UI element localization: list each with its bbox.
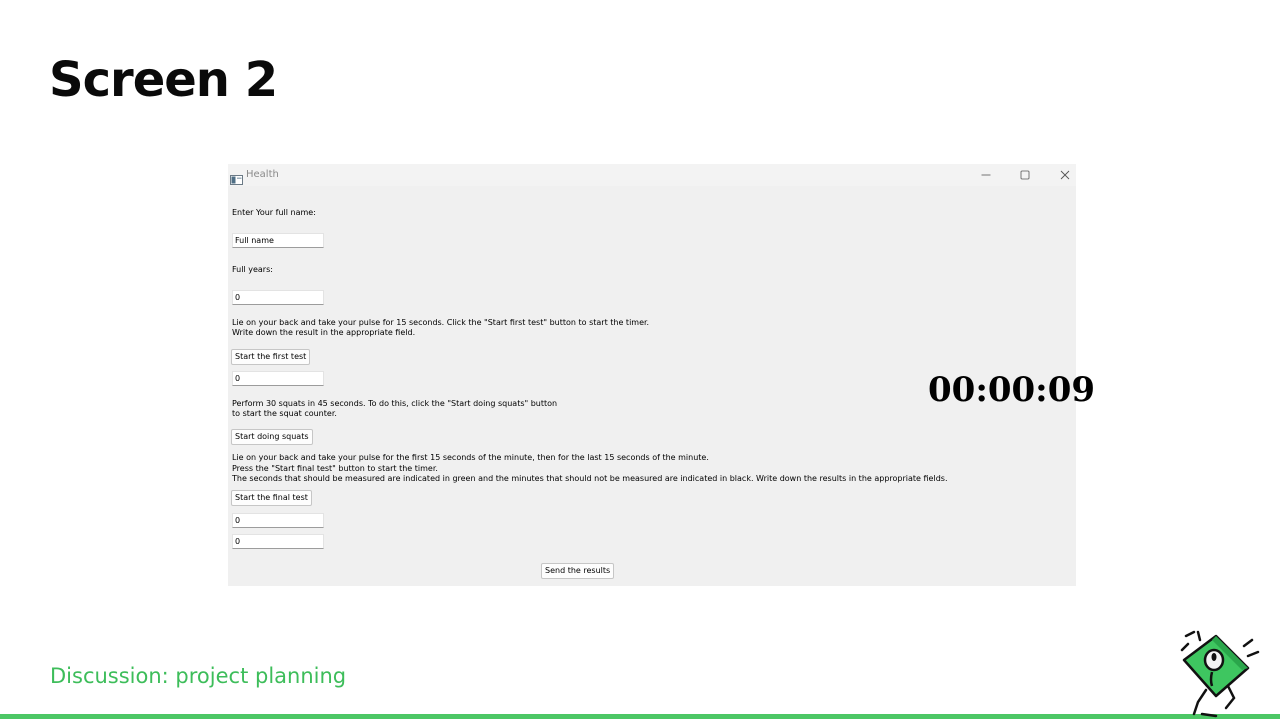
full-years-label: Full years: — [232, 265, 273, 274]
footer-caption: Discussion: project planning — [50, 664, 347, 688]
health-app-window: Health Enter Your full name: Full name F… — [228, 164, 1095, 586]
full-name-label: Enter Your full name: — [232, 208, 316, 217]
final-test-result-1-input[interactable]: 0 — [232, 513, 324, 528]
instruction-2-line-2: to start the squat counter. — [232, 409, 337, 418]
start-squats-button[interactable]: Start doing squats — [231, 429, 313, 445]
full-years-input[interactable]: 0 — [232, 290, 324, 305]
timer-display: 00:00:09 — [928, 370, 1096, 410]
final-test-result-2-input[interactable]: 0 — [232, 534, 324, 549]
mascot-icon — [1180, 630, 1260, 718]
minimize-button[interactable] — [971, 166, 1001, 184]
footer-divider — [0, 714, 1280, 719]
full-name-input[interactable]: Full name — [232, 233, 324, 248]
slide-title: Screen 2 — [49, 52, 278, 108]
maximize-icon — [1020, 170, 1030, 180]
instruction-3-line-3: The seconds that should be measured are … — [232, 474, 948, 483]
app-window-icon — [230, 170, 243, 189]
maximize-button[interactable] — [1010, 166, 1040, 184]
window-titlebar[interactable]: Health — [228, 164, 1076, 186]
instruction-1-line-2: Write down the result in the appropriate… — [232, 328, 416, 337]
send-results-button[interactable]: Send the results — [541, 563, 615, 579]
minimize-icon — [981, 174, 991, 176]
close-button[interactable] — [1050, 166, 1080, 184]
close-icon — [1060, 170, 1070, 180]
start-final-test-button[interactable]: Start the final test — [231, 490, 312, 506]
first-test-result-input[interactable]: 0 — [232, 371, 324, 386]
window-title: Health — [246, 169, 279, 180]
start-first-test-button[interactable]: Start the first test — [231, 349, 311, 365]
instruction-3-line-1: Lie on your back and take your pulse for… — [232, 453, 709, 462]
